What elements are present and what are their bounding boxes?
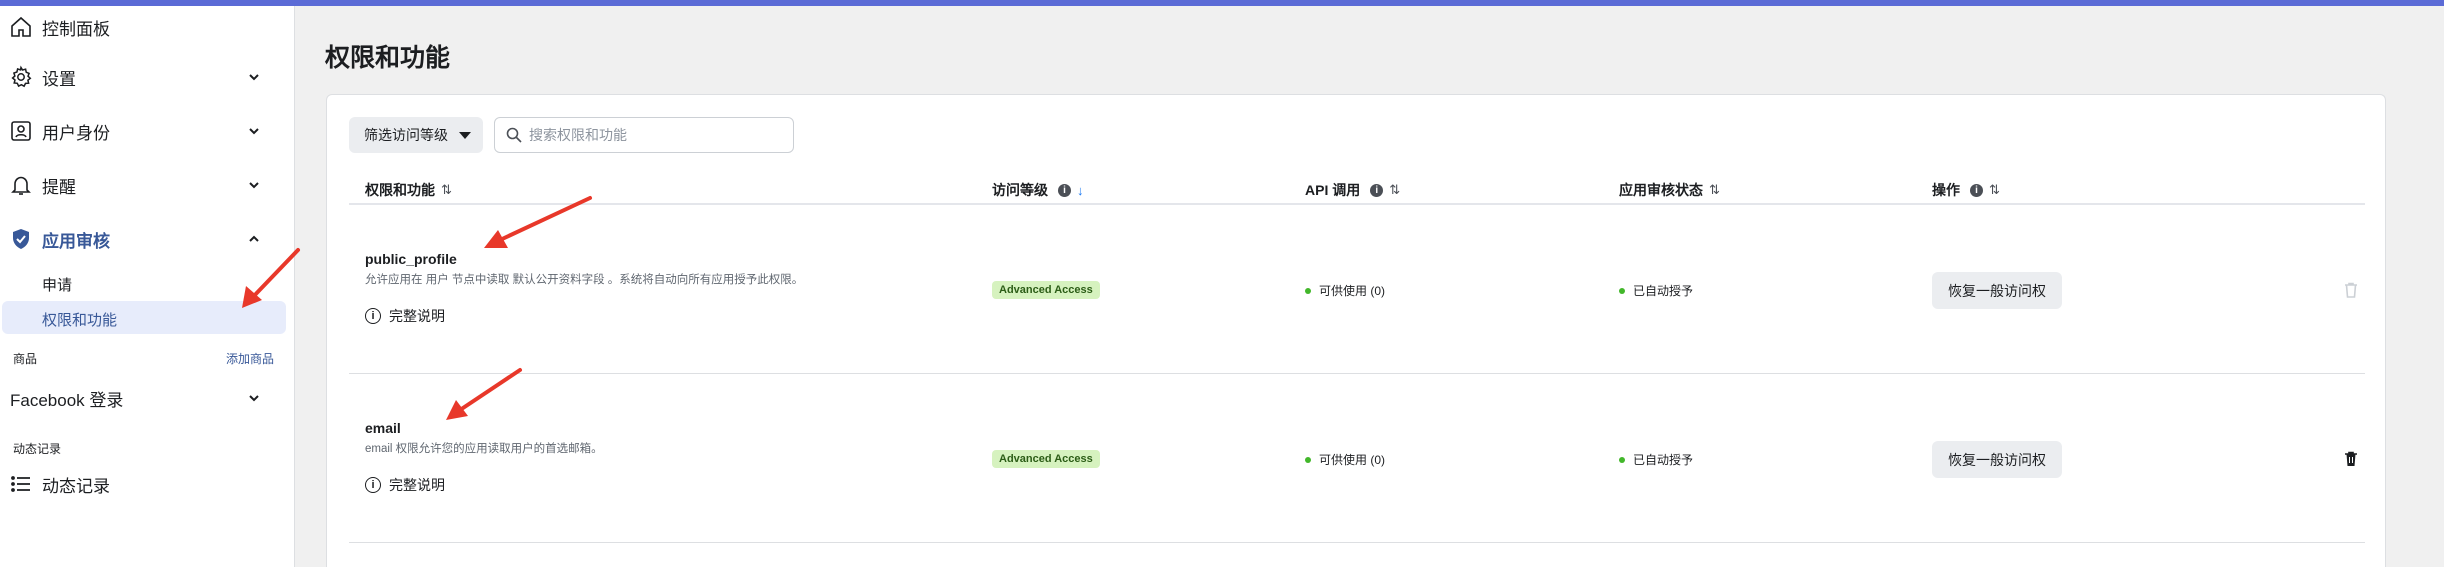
sidebar-item-user-roles[interactable]: 用户身份 <box>0 116 295 146</box>
sidebar-item-label: 应用审核 <box>42 231 110 251</box>
row-divider <box>349 542 2365 543</box>
column-header-label: 访问等级 <box>992 182 1048 198</box>
access-level-filter-button[interactable]: 筛选访问等级 <box>349 117 483 153</box>
sidebar-item-label: 提醒 <box>42 177 76 197</box>
info-icon[interactable]: i <box>1370 183 1384 197</box>
sidebar-item-label: 控制面板 <box>42 19 110 39</box>
status-dot <box>1305 287 1311 294</box>
status-text: 已自动授予 <box>1633 453 1694 467</box>
chevron-down-icon <box>249 395 259 402</box>
home-icon <box>11 16 31 37</box>
search-input[interactable] <box>529 125 779 145</box>
permission-description: 允许应用在 用户 节点中读取 默认公开资料字段 。系统将自动向所有应用授予此权限… <box>365 274 804 286</box>
column-header-access-level[interactable]: 访问等级 i ↓ <box>992 180 1084 200</box>
permissions-card: 筛选访问等级 权限和功能 ⇅ 访问等级 i ↓ API 调用 i ⇅ 应用审核状… <box>326 94 2386 567</box>
sidebar-item-activity-log[interactable]: 动态记录 <box>0 469 295 499</box>
column-header-label: 权限和功能 <box>365 182 435 198</box>
section-label-activity: 动态记录 <box>13 442 62 456</box>
sort-icon[interactable]: ⇅ <box>1989 182 2000 198</box>
sidebar-item-label: 动态记录 <box>42 476 110 496</box>
trash-icon[interactable] <box>2342 281 2360 299</box>
trash-icon[interactable] <box>2342 450 2360 468</box>
list-icon <box>11 476 30 492</box>
link-label: 完整说明 <box>389 477 445 493</box>
add-product-link[interactable]: 添加商品 <box>226 350 274 367</box>
column-header-review-status[interactable]: 应用审核状态 ⇅ <box>1619 180 1720 200</box>
full-description-link[interactable]: i 完整说明 <box>365 306 445 326</box>
permission-description: email 权限允许您的应用读取用户的首选邮箱。 <box>365 443 603 455</box>
sidebar-item-dashboard[interactable]: 控制面板 <box>0 12 295 42</box>
review-status: 已自动授予 <box>1619 282 1693 299</box>
filter-label: 筛选访问等级 <box>364 127 448 143</box>
api-call-status: 可供使用 (0) <box>1305 282 1385 299</box>
info-circle-icon: i <box>365 477 381 493</box>
restore-standard-access-button[interactable]: 恢复一般访问权 <box>1932 441 2062 478</box>
chevron-down-icon <box>249 128 259 135</box>
access-badge: Advanced Access <box>992 281 1100 299</box>
column-header-permission[interactable]: 权限和功能 ⇅ <box>365 180 452 200</box>
chevron-up-icon <box>249 235 259 242</box>
sidebar-item-label: 设置 <box>42 69 76 89</box>
gear-icon <box>11 65 32 88</box>
permission-name: email <box>365 420 401 436</box>
bell-icon <box>11 176 31 195</box>
permission-name: public_profile <box>365 251 457 267</box>
status-dot <box>1619 456 1625 463</box>
status-dot <box>1619 287 1625 294</box>
sort-desc-icon[interactable]: ↓ <box>1077 183 1084 198</box>
api-call-status: 可供使用 (0) <box>1305 451 1385 468</box>
link-label: 完整说明 <box>389 308 445 324</box>
caret-down-icon <box>459 132 471 139</box>
top-accent-bar <box>0 0 2444 6</box>
sidebar-item-alerts[interactable]: 提醒 <box>0 170 295 200</box>
info-icon[interactable]: i <box>1970 183 1983 197</box>
id-badge-icon <box>11 121 31 141</box>
sidebar-item-label: 用户身份 <box>42 123 110 143</box>
sidebar: 控制面板 设置 用户身份 提醒 应用审核 申请 权限和功能 商品 添加商品 Fa… <box>0 6 295 567</box>
row-divider <box>349 373 2365 374</box>
chevron-down-icon <box>249 74 259 81</box>
column-header-label: API 调用 <box>1305 182 1361 198</box>
status-dot <box>1305 456 1311 463</box>
sort-icon[interactable]: ⇅ <box>1709 182 1720 198</box>
status-text: 可供使用 (0) <box>1319 453 1386 467</box>
access-badge: Advanced Access <box>992 450 1100 468</box>
sidebar-subitem-permissions[interactable]: 权限和功能 <box>42 309 117 330</box>
column-header-api-calls[interactable]: API 调用 i ⇅ <box>1305 180 1400 200</box>
info-icon[interactable]: i <box>1058 183 1071 197</box>
page-title: 权限和功能 <box>325 44 451 72</box>
chevron-down-icon <box>249 182 259 189</box>
status-text: 可供使用 (0) <box>1319 284 1386 298</box>
info-circle-icon: i <box>365 308 381 324</box>
restore-standard-access-button[interactable]: 恢复一般访问权 <box>1932 272 2062 309</box>
search-icon <box>506 127 522 143</box>
status-text: 已自动授予 <box>1633 284 1694 298</box>
review-status: 已自动授予 <box>1619 451 1693 468</box>
sidebar-item-app-review[interactable]: 应用审核 <box>0 224 295 254</box>
search-box[interactable] <box>494 117 794 153</box>
sort-icon[interactable]: ⇅ <box>1389 182 1400 198</box>
sidebar-item-settings[interactable]: 设置 <box>0 62 295 92</box>
sort-icon[interactable]: ⇅ <box>441 182 452 198</box>
full-description-link[interactable]: i 完整说明 <box>365 475 445 495</box>
shield-check-icon <box>13 229 29 249</box>
column-header-label: 应用审核状态 <box>1619 182 1703 198</box>
sidebar-item-label: Facebook 登录 <box>10 390 124 410</box>
sidebar-item-facebook-login[interactable]: Facebook 登录 <box>0 383 295 413</box>
column-header-label: 操作 <box>1932 182 1960 198</box>
column-header-actions[interactable]: 操作 i ⇅ <box>1932 180 2000 200</box>
sidebar-subitem-requests[interactable]: 申请 <box>42 274 72 295</box>
section-label-products: 商品 <box>13 352 38 366</box>
header-divider <box>349 203 2365 205</box>
